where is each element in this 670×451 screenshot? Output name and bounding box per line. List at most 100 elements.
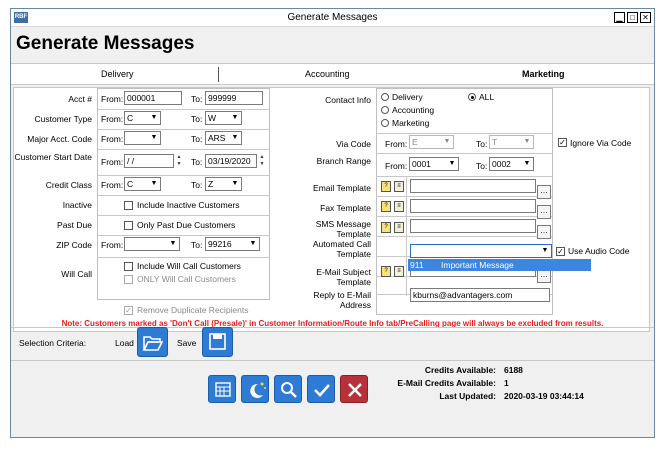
fax-template-input[interactable] — [410, 199, 536, 213]
sms-template-input[interactable] — [410, 219, 536, 233]
credit-class-to-label: To: — [191, 180, 203, 190]
credits-available-label: Credits Available: — [424, 365, 496, 375]
email-template-browse-button[interactable]: … — [537, 185, 551, 199]
contact-accounting-radio[interactable] — [381, 106, 389, 114]
only-past-due-text: Only Past Due Customers — [137, 220, 236, 230]
via-code-from-label: From: — [385, 139, 408, 149]
tab-delivery[interactable]: Delivery — [101, 69, 134, 79]
folder-open-icon — [142, 336, 164, 351]
zip-to-select[interactable]: 99216 ▼ — [205, 237, 260, 251]
only-will-call-checkbox[interactable] — [124, 275, 133, 284]
sms-template-browse-button[interactable]: … — [537, 225, 551, 239]
contact-all-radio[interactable] — [468, 93, 476, 101]
contact-marketing-text: Marketing — [392, 118, 430, 128]
start-date-from-label: From: — [101, 157, 124, 167]
remove-duplicates-text: Remove Duplicate Recipients — [137, 305, 249, 315]
major-acct-from-select[interactable]: ▼ — [124, 131, 161, 145]
check-icon — [314, 384, 330, 397]
fax-template-browse-button[interactable]: … — [537, 205, 551, 219]
fax-template-label: Fax Template — [320, 203, 371, 213]
minimize-button[interactable]: ▁ — [614, 12, 625, 23]
template-doc-icon[interactable]: ≡ — [394, 201, 404, 212]
tab-marketing[interactable]: Marketing — [522, 69, 565, 79]
template-doc-icon[interactable]: ≡ — [394, 222, 404, 233]
zip-to-label: To: — [191, 240, 203, 250]
via-code-from-select[interactable]: E ▼ — [409, 135, 454, 149]
via-code-to-label: To: — [476, 139, 488, 149]
tab-accounting[interactable]: Accounting — [305, 69, 350, 79]
email-credits-label: E-Mail Credits Available: — [397, 378, 496, 388]
last-updated-value: 2020-03-19 03:44:14 — [504, 391, 584, 401]
zip-from-select[interactable]: ▼ — [124, 237, 180, 251]
credit-class-to-select[interactable]: Z ▼ — [205, 177, 242, 191]
acct-label: Acct # — [68, 94, 92, 104]
chevron-down-icon: ▼ — [541, 247, 549, 254]
close-icon — [348, 383, 362, 397]
customer-type-label: Customer Type — [34, 114, 92, 124]
ok-button[interactable] — [307, 375, 335, 403]
contact-delivery-radio[interactable] — [381, 93, 389, 101]
acct-to-input[interactable]: 999999 — [205, 91, 263, 105]
customer-type-to-select[interactable]: W ▼ — [205, 111, 242, 125]
chevron-down-icon: ▼ — [523, 160, 531, 167]
template-edit-icon[interactable]: ? — [381, 266, 391, 277]
customer-type-from-select[interactable]: C ▼ — [124, 111, 161, 125]
auto-call-label: Automated Call Template — [312, 239, 371, 259]
load-button[interactable] — [137, 327, 168, 357]
branch-to-label: To: — [476, 161, 488, 171]
branch-to-select[interactable]: 0002 ▼ — [489, 157, 534, 171]
acct-from-input[interactable]: 000001 — [124, 91, 182, 105]
template-doc-icon[interactable]: ≡ — [394, 181, 404, 192]
template-edit-icon[interactable]: ? — [381, 201, 391, 212]
chevron-down-icon: ▼ — [249, 240, 257, 247]
ignore-via-code-text: Ignore Via Code — [570, 138, 632, 148]
close-window-button[interactable]: ✕ — [640, 12, 651, 23]
use-audio-code-checkbox[interactable]: ✓ — [556, 247, 565, 256]
reply-to-input[interactable]: kburns@advantagers.com — [410, 288, 550, 302]
cancel-button[interactable] — [340, 375, 368, 403]
search-button[interactable] — [274, 375, 302, 403]
auto-call-template-select[interactable]: ▼ — [410, 244, 552, 258]
template-edit-icon[interactable]: ? — [381, 181, 391, 192]
selection-criteria-label: Selection Criteria: — [19, 338, 87, 348]
only-past-due-checkbox[interactable] — [124, 221, 133, 230]
auto-call-dropdown-option[interactable]: 911 Important Message — [408, 259, 591, 271]
use-audio-code-text: Use Audio Code — [568, 246, 630, 256]
start-date-to-spinner[interactable]: ▲ ▼ — [258, 154, 266, 168]
remove-duplicates-checkbox[interactable]: ✓ — [124, 306, 133, 315]
past-due-label: Past Due — [57, 220, 92, 230]
zip-label: ZIP Code — [56, 240, 92, 250]
calendar-button[interactable] — [208, 375, 236, 403]
contact-marketing-radio[interactable] — [381, 119, 389, 127]
credits-available-value: 6188 — [504, 365, 523, 375]
search-icon — [281, 382, 297, 398]
maximize-button[interactable]: □ — [627, 12, 638, 23]
start-date-from-spinner[interactable]: ▲ ▼ — [175, 154, 183, 168]
contact-delivery-text: Delivery — [392, 92, 423, 102]
email-subject-browse-button[interactable]: … — [537, 269, 551, 283]
criteria-panel: Acct # From: 000001 To: 999999 Customer … — [13, 87, 650, 332]
contact-all-text: ALL — [479, 92, 495, 102]
email-template-input[interactable] — [410, 179, 536, 193]
tab-divider — [218, 67, 219, 82]
include-inactive-checkbox[interactable] — [124, 201, 133, 210]
via-code-to-select[interactable]: T ▼ — [489, 135, 534, 149]
contact-info-label: Contact Info — [325, 95, 371, 105]
start-date-from-input[interactable]: / / — [124, 154, 174, 168]
customer-type-to-label: To: — [191, 114, 203, 124]
ignore-via-code-checkbox[interactable]: ✓ — [558, 138, 567, 147]
start-date-to-input[interactable]: 03/19/2020 — [205, 154, 257, 168]
email-template-label: Email Template — [313, 183, 371, 193]
email-credits-value: 1 — [504, 378, 509, 388]
branch-from-select[interactable]: 0001 ▼ — [409, 157, 459, 171]
credit-class-from-select[interactable]: C ▼ — [124, 177, 161, 191]
save-button[interactable] — [202, 327, 233, 357]
major-acct-to-select[interactable]: ARS ▼ — [205, 131, 242, 145]
template-doc-icon[interactable]: ≡ — [394, 266, 404, 277]
template-edit-icon[interactable]: ? — [381, 222, 391, 233]
credit-class-label: Credit Class — [45, 180, 92, 190]
load-label: Load — [115, 338, 134, 348]
schedule-button[interactable] — [241, 375, 269, 403]
include-will-call-checkbox[interactable] — [124, 262, 133, 271]
contact-accounting-text: Accounting — [392, 105, 435, 115]
